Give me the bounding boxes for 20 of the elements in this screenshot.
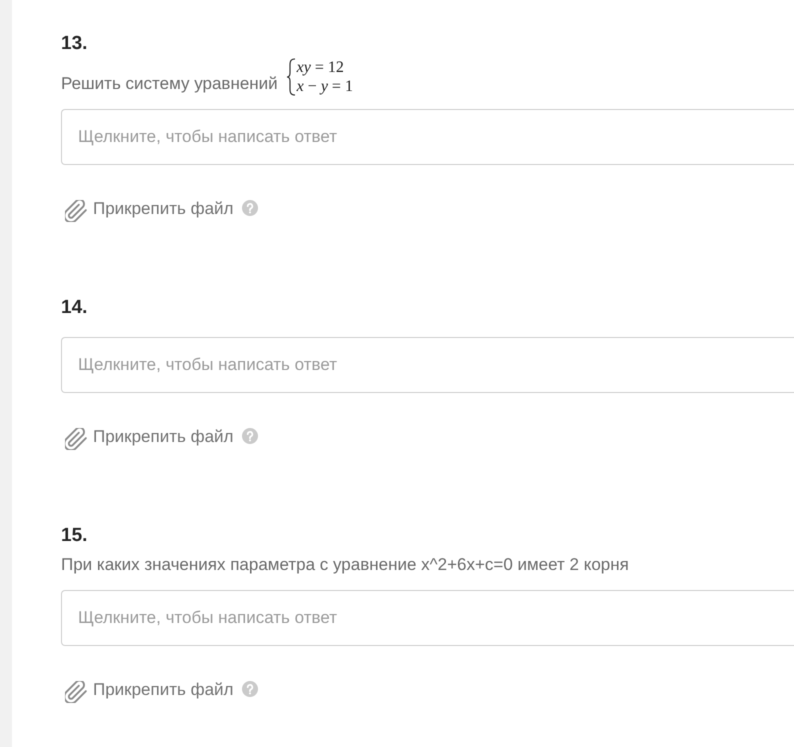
answer-field[interactable]: Щелкните, чтобы написать ответ bbox=[61, 109, 794, 165]
answer-field[interactable]: Щелкните, чтобы написать ответ bbox=[61, 337, 794, 393]
question-text: При каких значениях параметра с уравнение x^2+6x+c=0 имеет 2 корня bbox=[61, 554, 629, 576]
equation: x − y = 1 bbox=[296, 77, 353, 96]
paperclip-icon bbox=[65, 200, 87, 222]
question-number: 13. bbox=[61, 32, 88, 56]
help-icon[interactable] bbox=[242, 428, 258, 444]
paperclip-icon bbox=[65, 428, 87, 450]
answer-field[interactable]: Щелкните, чтобы написать ответ bbox=[61, 590, 794, 646]
question-text: Решить систему уравнений bbox=[61, 73, 278, 95]
equation: xy = 12 bbox=[296, 58, 345, 77]
attach-file-button[interactable]: Прикрепить файл bbox=[65, 678, 234, 702]
help-icon[interactable] bbox=[242, 681, 258, 697]
paperclip-icon bbox=[65, 680, 87, 702]
attach-file-button[interactable]: Прикрепить файл bbox=[65, 196, 234, 222]
brace-icon bbox=[286, 58, 296, 96]
help-icon[interactable] bbox=[242, 200, 258, 216]
question-number: 15. bbox=[61, 524, 88, 548]
question-number: 14. bbox=[61, 296, 88, 320]
attach-file-button[interactable]: Прикрепить файл bbox=[65, 424, 234, 450]
